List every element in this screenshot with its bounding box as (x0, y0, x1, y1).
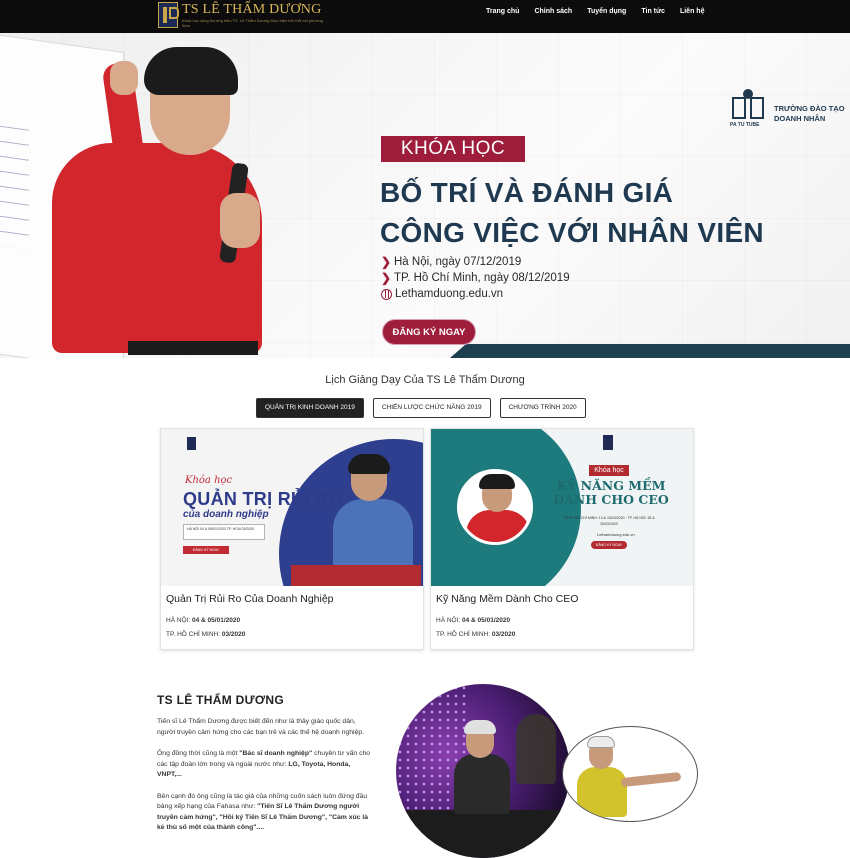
about-text: Tiến sĩ Lê Thẩm Dương được biết đến như … (157, 717, 375, 845)
nav-link-home[interactable]: Trang chủ (486, 8, 519, 15)
hero-title: BỐ TRÍ VÀ ĐÁNH GIÁ CÔNG VIỆC VỚI NHÂN VI… (380, 173, 764, 253)
speaker-stage-photo (396, 684, 570, 858)
hero-event-info: ❯ Hà Nội, ngày 07/12/2019 ❯ TP. Hồ Chí Min… (381, 254, 570, 302)
about-paragraph-3: Bên cạnh đó ông cũng là tác giả của nhữn… (157, 792, 368, 832)
hanoi-date: 04 & 05/01/2020 (192, 617, 241, 624)
brand-logo-icon (187, 437, 196, 450)
card-image-title-line2: DÀNH CHO CEO (553, 492, 669, 507)
about-heading: TS LÊ THẨM DƯƠNG (157, 693, 284, 707)
school-name-line1: TRƯỜNG ĐÀO TẠO (774, 104, 845, 113)
card-image-script: Khóa học (185, 475, 233, 486)
card-image-website: Lethamduong.edu.vn (597, 532, 635, 537)
hero-register-button[interactable]: ĐĂNG KÝ NGAY (382, 319, 476, 345)
hanoi-label: HÀ NỘI: (166, 617, 191, 624)
nav-link-contact[interactable]: Liên hệ (680, 8, 705, 15)
tab-business-management-2019[interactable]: QUẢN TRỊ KINH DOANH 2019 (256, 398, 364, 418)
course-badge: KHÓA HỌC (381, 136, 525, 162)
logo-title: TS LÊ THẨM DƯƠNG (182, 2, 322, 17)
school-emblem-icon: PA TU TUBE (730, 87, 768, 129)
hero-title-line2: CÔNG VIỆC VỚI NHÂN VIÊN (380, 217, 764, 248)
speaker-photo (457, 469, 533, 545)
hero-website[interactable]: Lethamduong.edu.vn (395, 286, 503, 302)
globe-icon (381, 288, 392, 300)
card-image-register: ĐĂNG KÝ NGAY (591, 541, 627, 549)
hanoi-date: 04 & 05/01/2020 (462, 617, 511, 624)
school-name-line2: DOANH NHÂN (774, 114, 826, 123)
course-card-image[interactable]: Khóa học QUẢN TRỊ RỦI RO của doanh nghiệ… (161, 429, 423, 586)
course-card-title[interactable]: Kỹ Năng Mềm Dành Cho CEO (436, 593, 688, 605)
course-card-risk-management[interactable]: Khóa học QUẢN TRỊ RỦI RO của doanh nghiệ… (160, 428, 424, 650)
card-image-title: KỸ NĂNG MỀM DÀNH CHO CEO (531, 479, 691, 507)
hcm-date: 03/2020 (491, 631, 516, 638)
presenter-photo (40, 43, 330, 358)
hanoi-label: HÀ NỘI: (436, 617, 461, 624)
tab-functional-strategy-2019[interactable]: CHIẾN LƯỢC CHỨC NĂNG 2019 (372, 398, 491, 418)
schedule-heading: Lịch Giảng Dạy Của TS Lê Thẩm Dương (325, 374, 525, 386)
site-logo[interactable]: TS LÊ THẨM DƯƠNG Khóa học cùng thương hi… (158, 2, 327, 28)
top-navbar: TS LÊ THẨM DƯƠNG Khóa học cùng thương hi… (0, 0, 850, 33)
card-image-subtitle: của doanh nghiệp (183, 509, 269, 520)
brand-logo-icon (603, 435, 613, 450)
speaker-cutout-photo (562, 726, 698, 822)
logo-mark-icon (158, 2, 179, 28)
card-image-badge: Khóa học (589, 465, 629, 476)
school-logo: PA TU TUBE TRƯỜNG ĐÀO TẠO DOANH NHÂN (730, 87, 845, 129)
nav-link-news[interactable]: Tin tức (641, 8, 665, 15)
nav-link-policy[interactable]: Chính sách (534, 8, 572, 15)
school-emblem-text: PA TU TUBE (730, 122, 760, 128)
course-card-soft-skills-ceo[interactable]: Khóa học KỸ NĂNG MỀM DÀNH CHO CEO TS TP.… (430, 428, 694, 650)
hanoi-date: Hà Nội, ngày 07/12/2019 (394, 256, 522, 268)
nav-link-recruitment[interactable]: Tuyển dụng (587, 8, 626, 15)
logo-tagline: Khóa học cùng thương hiệu TS. Lê Thẩm Dư… (182, 18, 323, 28)
card-image-register: ĐĂNG KÝ NGAY (183, 546, 229, 554)
card-image-title: QUẢN TRỊ RỦI RO (183, 489, 343, 509)
about-paragraph-2: Ông đồng thời cũng là một "Bác sĩ doanh … (157, 750, 371, 778)
hero-accent-stripe (450, 344, 850, 358)
card-image-dates: TS TP. HỒ CHÍ MINH: 14 & 15/03/2020 · TP… (563, 516, 655, 526)
tab-program-2020[interactable]: CHƯƠNG TRÌNH 2020 (499, 398, 586, 418)
chevron-right-icon: ❯ (381, 271, 392, 285)
hero-title-line1: BỐ TRÍ VÀ ĐÁNH GIÁ (380, 177, 674, 208)
hcm-label: TP. HỒ CHÍ MINH: (436, 631, 491, 638)
chevron-right-icon: ❯ (381, 255, 392, 269)
card-image-title-line1: KỸ NĂNG MỀM (556, 478, 666, 493)
schedule-tabs: QUẢN TRỊ KINH DOANH 2019 CHIẾN LƯỢC CHỨC… (256, 398, 595, 418)
hcm-date: 03/2020 (221, 631, 246, 638)
course-card-title[interactable]: Quản Trị Rủi Ro Của Doanh Nghiệp (166, 593, 418, 605)
hcm-date: TP. Hồ Chí Minh, ngày 08/12/2019 (394, 272, 570, 284)
about-paragraph-1: Tiến sĩ Lê Thẩm Dương được biết đến như … (157, 718, 365, 736)
main-nav: Trang chủ Chính sách Tuyển dụng Tin tức … (486, 8, 719, 15)
course-card-image[interactable]: Khóa học KỸ NĂNG MỀM DÀNH CHO CEO TS TP.… (431, 429, 693, 586)
card-image-dates: HÀ NỘI 04 & 05/01/2020 TP. HCM 03/2020 (183, 524, 265, 540)
hero-banner[interactable]: PA TU TUBE TRƯỜNG ĐÀO TẠO DOANH NHÂN KHÓ… (0, 33, 850, 358)
hcm-label: TP. HỒ CHÍ MINH: (166, 631, 221, 638)
